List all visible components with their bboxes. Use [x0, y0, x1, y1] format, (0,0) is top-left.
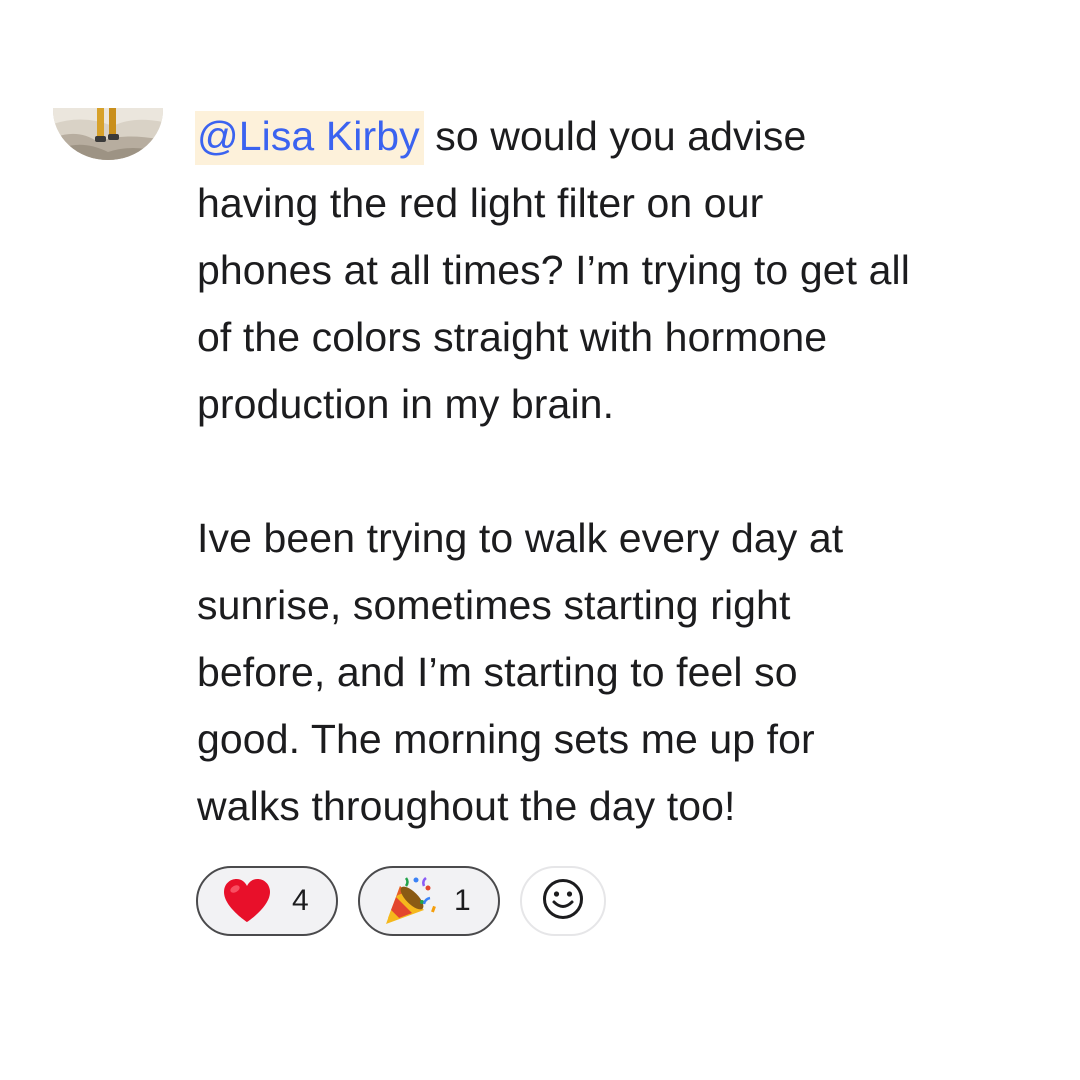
smiley-face-icon — [541, 877, 585, 926]
heart-icon — [220, 874, 274, 928]
party-popper-icon — [382, 874, 436, 928]
message-body: @Lisa Kirby so would you advise having t… — [195, 103, 1047, 840]
reactions-bar: 4 1 — [196, 866, 606, 936]
message-paragraph-1: @Lisa Kirby so would you advise having t… — [195, 103, 1047, 438]
reaction-heart-button[interactable]: 4 — [196, 866, 338, 936]
avatar[interactable] — [53, 108, 163, 160]
reaction-party-button[interactable]: 1 — [358, 866, 500, 936]
message-paragraph-2: Ive been trying to walk every day at sun… — [197, 515, 844, 829]
mention-link[interactable]: @Lisa Kirby — [195, 111, 424, 165]
add-reaction-button[interactable] — [520, 866, 606, 936]
avatar-photo — [53, 108, 163, 160]
reaction-heart-count: 4 — [292, 884, 309, 917]
reaction-party-count: 1 — [454, 884, 471, 917]
